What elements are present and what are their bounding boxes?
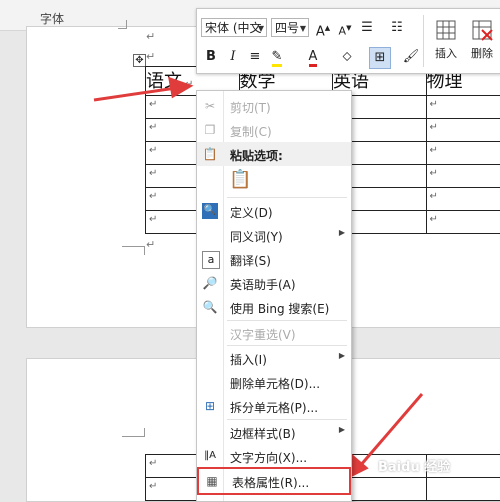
menu-item-border-styles[interactable]: 边框样式(B) ▶	[197, 420, 351, 444]
menu-item-define[interactable]: 🔍 定义(D)	[197, 199, 351, 223]
menu-item-cut[interactable]: ✂ 剪切(T)	[197, 94, 351, 118]
insert-button[interactable]: 插入	[429, 13, 463, 67]
delete-label: 删除	[471, 47, 493, 60]
delete-button[interactable]: 删除	[465, 13, 499, 67]
search-icon: 🔍	[202, 203, 218, 219]
italic-button[interactable]: I	[223, 47, 243, 67]
annotation-arrowhead-bottom	[350, 456, 366, 476]
font-color-icon[interactable]: A	[303, 47, 323, 67]
text-direction-icon: ‖A	[202, 448, 218, 464]
align-center-icon[interactable]: ≡	[245, 47, 265, 67]
submenu-arrow-icon: ▶	[339, 228, 345, 237]
borders-icon[interactable]: ⊞	[369, 47, 391, 69]
menu-item-bing-search[interactable]: 🔍 使用 Bing 搜索(E)	[197, 295, 351, 319]
translate-icon: a	[202, 251, 220, 269]
menu-item-split-cells[interactable]: ⊞ 拆分单元格(P)...	[197, 394, 351, 418]
format-painter-icon[interactable]: 🖌	[401, 47, 421, 67]
annotation-arrowhead-top	[170, 79, 190, 96]
bing-search-icon: 🔍	[202, 299, 218, 315]
copy-icon: ❐	[202, 122, 218, 138]
font-size-value: 四号	[275, 21, 299, 35]
menu-item-synonyms[interactable]: 同义词(Y) ▶	[197, 223, 351, 247]
chevron-down-icon: ▼	[300, 19, 306, 37]
bullets-icon[interactable]: ☰	[357, 18, 377, 38]
chevron-down-icon: ▼	[258, 19, 264, 37]
menu-item-english-assistant[interactable]: 🔎 英语助手(A)	[197, 271, 351, 295]
mini-toolbar: 宋体 (中文▼ 四号▼ A▲ A▼ ☰ ☷ B I ≡ ✎ A ⬦ ⊞ 🖌 插入…	[196, 8, 500, 74]
context-menu: ✂ 剪切(T) ❐ 复制(C) 📋 粘贴选项: 📋 🔍 定义(D) 同义词(Y)…	[196, 90, 352, 502]
delete-table-icon	[471, 19, 493, 41]
submenu-arrow-icon: ▶	[339, 351, 345, 360]
annotation-arrow-top	[94, 88, 176, 100]
font-name-value: 宋体 (中文	[205, 21, 262, 35]
menu-item-reconvert[interactable]: 汉字重选(V)	[197, 321, 351, 345]
menu-item-paste-options: 📋 粘贴选项:	[197, 142, 351, 166]
menu-item-text-direction[interactable]: ‖A 文字方向(X)...	[197, 444, 351, 468]
scissors-icon: ✂	[202, 98, 218, 114]
submenu-arrow-icon: ▶	[339, 425, 345, 434]
menu-separator	[227, 197, 347, 198]
font-size-combo[interactable]: 四号▼	[271, 18, 309, 37]
paste-keep-text-icon[interactable]: 📋	[229, 169, 249, 193]
insert-table-icon	[435, 19, 457, 41]
grow-font-icon[interactable]: A▲	[313, 18, 333, 38]
shrink-font-icon[interactable]: A▼	[335, 18, 355, 38]
bold-button[interactable]: B	[201, 47, 221, 67]
menu-item-translate[interactable]: a 翻译(S)	[197, 247, 351, 271]
menu-item-insert[interactable]: 插入(I) ▶	[197, 346, 351, 370]
shading-icon[interactable]: ⬦	[337, 47, 357, 67]
paste-icon: 📋	[202, 146, 218, 162]
font-name-combo[interactable]: 宋体 (中文▼	[201, 18, 267, 37]
dictionary-icon: 🔎	[202, 275, 218, 291]
menu-item-copy[interactable]: ❐ 复制(C)	[197, 118, 351, 142]
toolbar-separator	[423, 15, 424, 67]
highlight-icon[interactable]: ✎	[267, 47, 287, 67]
split-cells-icon: ⊞	[202, 398, 218, 414]
numbering-icon[interactable]: ☷	[387, 18, 407, 38]
menu-item-table-properties[interactable]: ▦ 表格属性(R)...	[197, 467, 351, 495]
watermark: Baidu 经验	[378, 456, 450, 475]
insert-label: 插入	[435, 47, 457, 60]
menu-item-delete-cells[interactable]: 删除单元格(D)...	[197, 370, 351, 394]
table-properties-icon: ▦	[204, 473, 220, 489]
